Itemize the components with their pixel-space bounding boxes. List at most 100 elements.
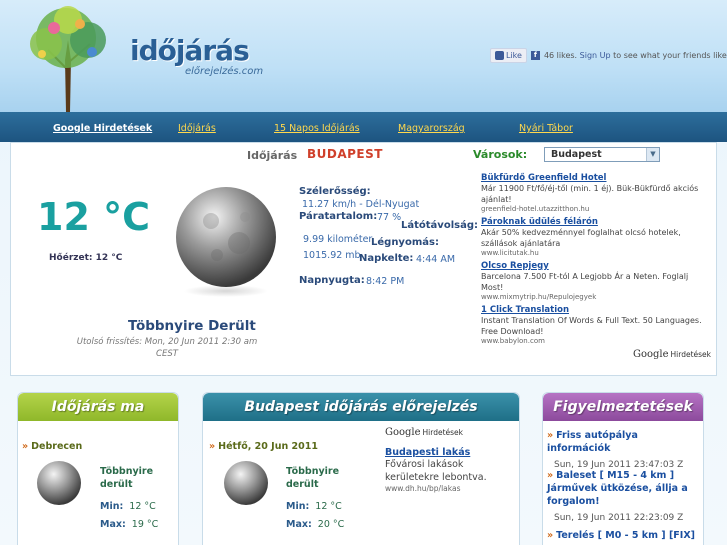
ad-url[interactable]: www.dh.hu/bp/lakas (385, 484, 510, 493)
humidity-label: Páratartalom: (299, 211, 378, 222)
wind-value: 11.27 km/h - Dél-Nyugat (302, 199, 420, 210)
warning-title-link[interactable]: » Terelés [ M0 - 5 km ] [FIX] (547, 529, 701, 542)
warning-title: Baleset [ M15 - 4 km ] Járművek ütközése… (547, 470, 688, 507)
feels-like-temperature: Hőérzet: 12 °C (49, 253, 123, 263)
site-logo-subtitle: előrejelzés.com (185, 66, 264, 77)
city-select-value: Budapest (551, 149, 602, 160)
ad-url[interactable]: www.licitutak.hu (481, 249, 711, 257)
warnings-box-title: Figyelmeztetések (543, 393, 703, 421)
google-ads-mark[interactable]: Google Hirdetések (633, 349, 711, 360)
sunrise-value: 4:44 AM (416, 254, 456, 265)
visibility-label: Látótávolság: (401, 220, 478, 231)
current-weather-panel: Időjárás BUDAPEST Városok: Budapest ▼ 12… (10, 142, 717, 376)
min-value: 12 °C (129, 501, 156, 512)
nav-weather[interactable]: Időjárás (178, 123, 216, 134)
warning-title-link[interactable]: » Baleset [ M15 - 4 km ] Járművek ütközés… (547, 469, 701, 508)
today-weather-box: Időjárás ma » Debrecen Többnyire derült M… (17, 392, 179, 545)
ad-title-link[interactable]: 1 Click Translation (481, 305, 711, 315)
nav-summer-camp[interactable]: Nyári Tábor (519, 123, 573, 134)
sunrise-label: Napkelte: (359, 253, 414, 264)
ad-item: 1 Click Translation Instant Translation … (481, 305, 711, 345)
pressure-label: Légnyomás: (371, 237, 439, 248)
warning-item: » Friss autópálya információk Sun, 19 Jun… (547, 429, 701, 470)
cities-label: Városok: (473, 148, 528, 161)
warning-item: » Terelés [ M0 - 5 km ] [FIX] (547, 529, 701, 542)
warnings-box: Figyelmeztetések » Friss autópálya inform… (542, 392, 704, 545)
humidity-value: 77 % (377, 212, 402, 223)
ad-url[interactable]: greenfield-hotel.utazzitthon.hu (481, 205, 711, 213)
forecast-max: Max: 20 °C (286, 519, 344, 530)
min-label: Min: (100, 501, 124, 512)
ad-item: Budapesti lakás Fővárosi lakások kerület… (385, 447, 510, 493)
today-city[interactable]: » Debrecen (22, 441, 82, 452)
facebook-like-button[interactable]: Like (490, 47, 527, 63)
ad-url[interactable]: www.babylon.com (481, 337, 711, 345)
max-value: 19 °C (131, 519, 159, 530)
ad-description: Fővárosi lakások kerületekre lebontva. (385, 459, 487, 483)
ad-item: Pároknak üdülés félárón Akár 50% kedvezm… (481, 217, 711, 257)
sunset-label: Napnyugta: (299, 275, 365, 286)
ad-title-link[interactable]: Bükfürdő Greenfield Hotel (481, 173, 711, 183)
ad-title-link[interactable]: Pároknak üdülés félárón (481, 217, 711, 227)
today-max: Max: 19 °C (100, 519, 158, 530)
forecast-box-title: Budapest időjárás előrejelzés (203, 393, 519, 421)
warning-date: Sun, 19 Jun 2011 22:23:09 Z (554, 513, 684, 523)
facebook-likes-count: 46 likes. (543, 50, 578, 60)
ad-description: Már 11900 Ft/fő/éj-től (min. 1 éj). Bük-… (481, 184, 699, 204)
clear-night-moon-icon (176, 187, 276, 297)
ad-url[interactable]: www.mixmytrip.hu/Repulojegyek (481, 293, 711, 301)
today-box-title: Időjárás ma (18, 393, 178, 421)
main-navigation: Google Hirdetések Időjárás 15 Napos Időj… (0, 112, 727, 142)
max-label: Max: (286, 519, 312, 530)
forecast-day-label: Hétfő, 20 Jun 2011 (218, 441, 318, 452)
double-chevron-right-icon: » (547, 530, 554, 541)
warning-title-link[interactable]: » Friss autópálya információk (547, 429, 701, 455)
double-chevron-right-icon: » (22, 441, 29, 452)
facebook-icon: f (530, 50, 540, 60)
nav-hungary[interactable]: Magyarország (398, 123, 465, 134)
facebook-like-text: 46 likes. Sign Up to see what your frien… (544, 51, 727, 60)
today-city-name: Debrecen (31, 441, 83, 452)
max-label: Max: (100, 519, 126, 530)
wind-label: Szélerősség: (299, 186, 371, 197)
ad-title-link[interactable]: Budapesti lakás (385, 447, 510, 458)
current-condition: Többnyire Derült (128, 318, 256, 334)
site-header: időjárás előrejelzés.com Like f 46 likes… (0, 0, 727, 112)
double-chevron-right-icon: » (547, 470, 554, 481)
forecast-condition: Többnyire derült (286, 466, 340, 490)
forecast-box: Budapest időjárás előrejelzés » Hétfő, 20… (202, 392, 520, 545)
visibility-value: 9.99 kilométer (303, 234, 373, 245)
city-select-dropdown[interactable]: Budapest ▼ (544, 147, 660, 162)
current-city-name: BUDAPEST (307, 147, 383, 161)
warning-title: Terelés [ M0 - 5 km ] [FIX] (556, 530, 695, 541)
ad-description: Instant Translation Of Words & Full Text… (481, 316, 702, 336)
current-temperature: 12 °C (37, 195, 150, 239)
warning-title: Friss autópálya információk (547, 430, 638, 454)
last-updated-text: Utolsó frissítés: Mon, 20 Jun 2011 2:30 … (76, 337, 258, 359)
max-value: 20 °C (317, 519, 345, 530)
chevron-down-icon: ▼ (646, 148, 659, 161)
sunset-value: 8:42 PM (366, 276, 405, 287)
pressure-value: 1015.92 mb (303, 250, 361, 261)
google-ads-label: Hirdetések (670, 350, 712, 359)
google-logo: Google (385, 427, 421, 438)
ad-item: Bükfürdő Greenfield Hotel Már 11900 Ft/f… (481, 173, 711, 213)
facebook-signup-link[interactable]: Sign Up (580, 51, 611, 60)
min-value: 12 °C (315, 501, 342, 512)
google-ads-label: Hirdetések (422, 428, 464, 437)
site-logo-title[interactable]: időjárás (130, 34, 250, 67)
forecast-day[interactable]: » Hétfő, 20 Jun 2011 (209, 441, 318, 452)
tree-logo-icon (30, 6, 106, 112)
double-chevron-right-icon: » (209, 441, 216, 452)
google-ads-mark[interactable]: Google Hirdetések (385, 427, 463, 438)
facebook-like-widget: Like f 46 likes. Sign Up to see what you… (490, 45, 727, 65)
clear-night-moon-icon (37, 461, 81, 505)
min-label: Min: (286, 501, 310, 512)
ad-description: Akár 50% kedvezménnyel foglalhat olcsó h… (481, 228, 681, 248)
forecast-min: Min: 12 °C (286, 501, 342, 512)
google-logo: Google (633, 349, 669, 360)
thumbs-up-icon (495, 50, 504, 60)
nav-google-ads[interactable]: Google Hirdetések (53, 123, 152, 134)
ad-title-link[interactable]: Olcso Repjegy (481, 261, 711, 271)
nav-15-day-weather[interactable]: 15 Napos Időjárás (274, 123, 360, 134)
